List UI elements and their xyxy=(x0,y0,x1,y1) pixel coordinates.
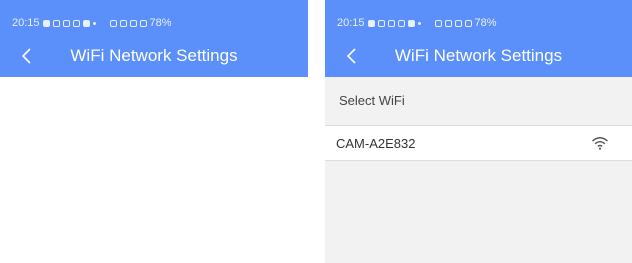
screen-left: 20:15 78% WiFi Network Settings xyxy=(0,0,308,263)
page-title: WiFi Network Settings xyxy=(394,46,563,65)
system-icons xyxy=(109,19,147,27)
wifi-ssid: CAM-A2E832 xyxy=(336,136,416,151)
system-icons xyxy=(434,19,472,27)
wifi-network-item[interactable]: CAM-A2E832 xyxy=(325,125,632,161)
screen-right: 20:15 78% WiFi Network Settings Select W… xyxy=(325,0,632,263)
status-bar: 20:15 78% xyxy=(337,15,620,31)
status-time: 20:15 xyxy=(337,17,365,29)
app-header: 20:15 78% WiFi Network Settings xyxy=(325,0,632,77)
status-time: 20:15 xyxy=(12,17,40,29)
wifi-signal-icon xyxy=(591,136,609,150)
battery-level: 78% xyxy=(149,17,172,29)
battery-level: 78% xyxy=(474,17,497,29)
select-wifi-label: Select WiFi xyxy=(325,77,632,125)
page-title: WiFi Network Settings xyxy=(70,46,238,65)
notification-icons xyxy=(367,19,421,27)
notification-icons xyxy=(42,19,96,27)
status-bar: 20:15 78% xyxy=(12,15,296,31)
app-header: 20:15 78% WiFi Network Settings xyxy=(0,0,308,77)
